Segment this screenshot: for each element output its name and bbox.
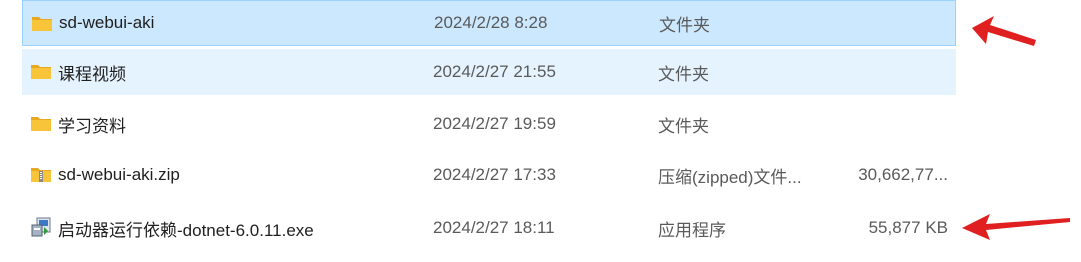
file-name: sd-webui-aki — [59, 13, 155, 32]
file-type: 应用程序 — [658, 220, 726, 240]
folder-icon — [32, 17, 52, 31]
file-row-sd-webui-aki[interactable]: sd-webui-aki 2024/2/28 8:28 文件夹 — [22, 0, 956, 46]
file-name: 启动器运行依赖-dotnet-6.0.11.exe — [58, 220, 314, 240]
red-arrow-icon — [972, 16, 1036, 46]
file-date: 2024/2/28 8:28 — [434, 13, 548, 32]
file-row-study-materials[interactable]: 学习资料 2024/2/27 19:59 文件夹 — [22, 101, 956, 147]
file-row-sd-webui-aki-zip[interactable]: sd-webui-aki.zip 2024/2/27 17:33 压缩(zipp… — [22, 152, 956, 198]
file-type: 文件夹 — [658, 64, 709, 84]
file-type: 文件夹 — [658, 116, 709, 136]
file-row-course-videos[interactable]: 课程视频 2024/2/27 21:55 文件夹 — [22, 49, 956, 95]
file-date: 2024/2/27 21:55 — [433, 62, 556, 81]
file-row-dotnet-installer[interactable]: 启动器运行依赖-dotnet-6.0.11.exe 2024/2/27 18:1… — [22, 205, 956, 251]
installer-exe-icon — [31, 217, 51, 237]
file-type: 压缩(zipped)文件... — [658, 167, 802, 187]
file-name: 学习资料 — [58, 116, 126, 136]
file-name: sd-webui-aki.zip — [58, 165, 180, 184]
folder-icon — [31, 117, 51, 131]
file-size: 55,877 KB — [868, 218, 948, 237]
zip-folder-icon — [31, 168, 51, 182]
file-name: 课程视频 — [58, 64, 126, 84]
folder-icon — [31, 65, 51, 79]
file-size: 30,662,77... — [858, 165, 948, 184]
file-date: 2024/2/27 18:11 — [433, 218, 555, 237]
file-date: 2024/2/27 17:33 — [433, 165, 556, 184]
red-arrow-icon — [962, 214, 1070, 240]
file-type: 文件夹 — [659, 15, 710, 35]
file-date: 2024/2/27 19:59 — [433, 114, 556, 133]
